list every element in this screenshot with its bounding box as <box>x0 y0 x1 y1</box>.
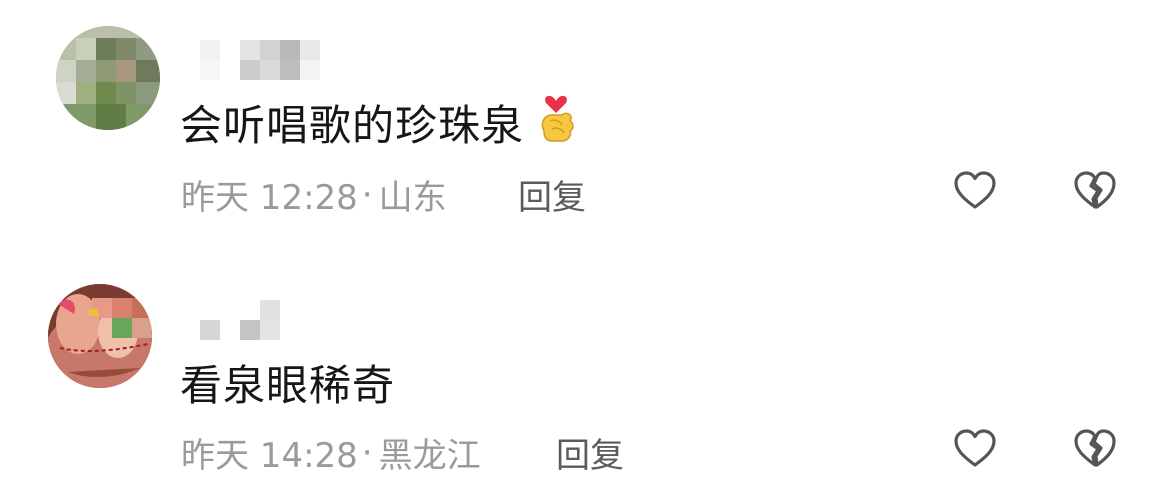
avatar-image <box>48 284 152 388</box>
heart-outline-icon <box>954 429 996 467</box>
separator-dot: · <box>361 174 373 215</box>
comment-text-label: 会听唱歌的珍珠泉 <box>180 101 525 150</box>
comment-text-label: 看泉眼稀奇 <box>180 361 396 410</box>
avatar-image <box>56 26 160 130</box>
comment-meta: 昨天 12:28 · 山东 <box>181 170 447 219</box>
comment-location: 黑龙江 <box>378 436 481 476</box>
avatar[interactable] <box>56 26 160 130</box>
username[interactable] <box>200 300 280 320</box>
like-button[interactable] <box>950 424 1000 474</box>
comment-time: 昨天 14:28 <box>181 436 358 476</box>
comment-time: 昨天 12:28 <box>181 178 358 218</box>
broken-heart-icon <box>1074 171 1116 209</box>
separator-dot: · <box>361 432 373 473</box>
comment-item: 会听唱歌的珍珠泉 昨天 12:28 · 山东 回复 <box>0 0 1170 240</box>
reply-button[interactable]: 回复 <box>556 428 624 477</box>
comment-location: 山东 <box>378 178 447 218</box>
username[interactable] <box>200 40 320 60</box>
comment-item: 看泉眼稀奇 昨天 14:28 · 黑龙江 回复 <box>0 240 1170 497</box>
like-button[interactable] <box>950 166 1000 216</box>
comment-meta: 昨天 14:28 · 黑龙江 <box>181 428 481 477</box>
dislike-button[interactable] <box>1070 166 1120 216</box>
dislike-button[interactable] <box>1070 424 1120 474</box>
broken-heart-icon <box>1074 429 1116 467</box>
username-blur-row2 <box>200 60 320 80</box>
heart-outline-icon <box>954 171 996 209</box>
username-blur-row2 <box>200 320 280 340</box>
finger-heart-emoji-icon <box>534 91 578 147</box>
comment-text: 会听唱歌的珍珠泉 <box>180 92 578 153</box>
reply-button[interactable]: 回复 <box>518 170 586 219</box>
avatar[interactable] <box>48 284 152 388</box>
comment-text: 看泉眼稀奇 <box>180 352 395 413</box>
